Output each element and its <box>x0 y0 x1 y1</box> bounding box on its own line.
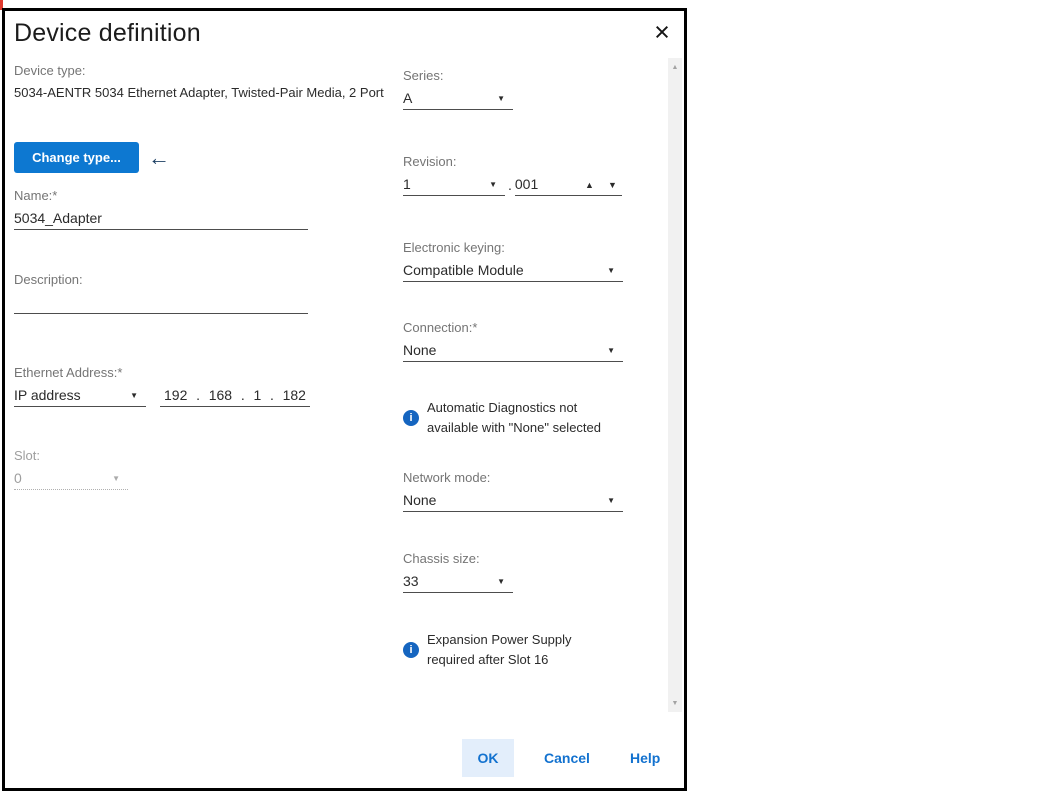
revision-minor-stepper[interactable]: 001 ▲ ▼ <box>515 174 622 196</box>
network-mode-dropdown[interactable]: None ▼ <box>403 490 623 512</box>
address-type-value: IP address <box>14 387 81 403</box>
scroll-up-icon[interactable]: ▲ <box>668 60 682 74</box>
connection-value: None <box>403 342 436 358</box>
caret-down-icon: ▼ <box>112 475 120 483</box>
ethernet-address-field: Ethernet Address:* IP address ▼ 192 . 16… <box>14 365 314 407</box>
slot-label: Slot: <box>14 448 128 464</box>
vertical-scrollbar[interactable]: ▲ ▼ <box>668 58 682 712</box>
power-supply-notice: i Expansion Power Supply required after … <box>403 630 618 670</box>
info-icon: i <box>403 642 419 658</box>
electronic-keying-field: Electronic keying: Compatible Module ▼ <box>403 240 623 282</box>
series-dropdown[interactable]: A ▼ <box>403 88 513 110</box>
connection-field: Connection:* None ▼ <box>403 320 623 362</box>
ethernet-address-label: Ethernet Address:* <box>14 365 314 381</box>
cancel-button[interactable]: Cancel <box>538 739 596 777</box>
caret-down-icon: ▼ <box>497 578 505 586</box>
ok-button[interactable]: OK <box>462 739 514 777</box>
series-label: Series: <box>403 68 513 84</box>
slot-field: Slot: 0 ▼ <box>14 448 128 490</box>
spinner-up-icon[interactable]: ▲ <box>585 181 594 190</box>
chassis-size-dropdown[interactable]: 33 ▼ <box>403 571 513 593</box>
electronic-keying-dropdown[interactable]: Compatible Module ▼ <box>403 260 623 282</box>
slot-value: 0 <box>14 470 22 486</box>
device-type-section: Device type: 5034-AENTR 5034 Ethernet Ad… <box>14 63 406 103</box>
help-button[interactable]: Help <box>624 739 666 777</box>
ip-separator: . <box>196 387 200 403</box>
network-mode-label: Network mode: <box>403 470 623 486</box>
revision-major-dropdown[interactable]: 1 ▼ <box>403 174 505 196</box>
series-value: A <box>403 90 412 106</box>
power-supply-notice-text: Expansion Power Supply required after Sl… <box>427 630 618 670</box>
caret-down-icon: ▼ <box>497 95 505 103</box>
scroll-down-icon[interactable]: ▼ <box>668 696 682 710</box>
electronic-keying-value: Compatible Module <box>403 262 524 278</box>
caret-down-icon: ▼ <box>607 267 615 275</box>
revision-major-value: 1 <box>403 176 411 192</box>
diagnostics-notice: i Automatic Diagnostics not available wi… <box>403 398 618 438</box>
close-button[interactable]: × <box>647 17 677 47</box>
device-type-label: Device type: <box>14 63 406 79</box>
ip-separator: . <box>270 387 274 403</box>
connection-label: Connection:* <box>403 320 623 336</box>
name-label: Name:* <box>14 188 308 204</box>
change-type-button[interactable]: Change type... <box>14 142 139 173</box>
ip-address-input[interactable]: 192 . 168 . 1 . 182 <box>160 385 310 407</box>
device-definition-dialog: Device definition × Device type: 5034-AE… <box>2 8 687 791</box>
revision-minor-value: 001 <box>515 176 538 192</box>
dialog-title: Device definition <box>14 19 201 48</box>
back-arrow-icon: ← <box>148 142 170 173</box>
ip-octet-3[interactable]: 1 <box>253 387 261 403</box>
network-mode-value: None <box>403 492 436 508</box>
chassis-size-value: 33 <box>403 573 419 589</box>
caret-down-icon: ▼ <box>607 497 615 505</box>
diagnostics-notice-text: Automatic Diagnostics not available with… <box>427 398 618 438</box>
ip-octet-2[interactable]: 168 <box>209 387 232 403</box>
name-field: Name:* 5034_Adapter <box>14 188 308 230</box>
slot-dropdown: 0 ▼ <box>14 468 128 490</box>
close-icon: × <box>654 19 670 46</box>
caret-down-icon: ▼ <box>130 392 138 400</box>
caret-down-icon: ▼ <box>607 347 615 355</box>
device-type-value: 5034-AENTR 5034 Ethernet Adapter, Twiste… <box>14 82 406 103</box>
name-input[interactable]: 5034_Adapter <box>14 208 308 230</box>
address-type-dropdown[interactable]: IP address ▼ <box>14 385 146 407</box>
revision-separator: . <box>505 177 515 196</box>
description-label: Description: <box>14 272 308 288</box>
description-input[interactable] <box>14 292 308 314</box>
caret-down-icon: ▼ <box>489 181 497 189</box>
electronic-keying-label: Electronic keying: <box>403 240 623 256</box>
ip-separator: . <box>241 387 245 403</box>
description-field: Description: <box>14 272 308 314</box>
info-icon: i <box>403 410 419 426</box>
chassis-size-label: Chassis size: <box>403 551 513 567</box>
series-field: Series: A ▼ <box>403 68 513 110</box>
revision-label: Revision: <box>403 154 622 170</box>
ip-octet-4[interactable]: 182 <box>283 387 306 403</box>
chassis-size-field: Chassis size: 33 ▼ <box>403 551 513 593</box>
network-mode-field: Network mode: None ▼ <box>403 470 623 512</box>
connection-dropdown[interactable]: None ▼ <box>403 340 623 362</box>
spinner-down-icon[interactable]: ▼ <box>608 181 617 190</box>
ip-octet-1[interactable]: 192 <box>164 387 187 403</box>
revision-field: Revision: 1 ▼ . 001 ▲ ▼ <box>403 154 622 196</box>
